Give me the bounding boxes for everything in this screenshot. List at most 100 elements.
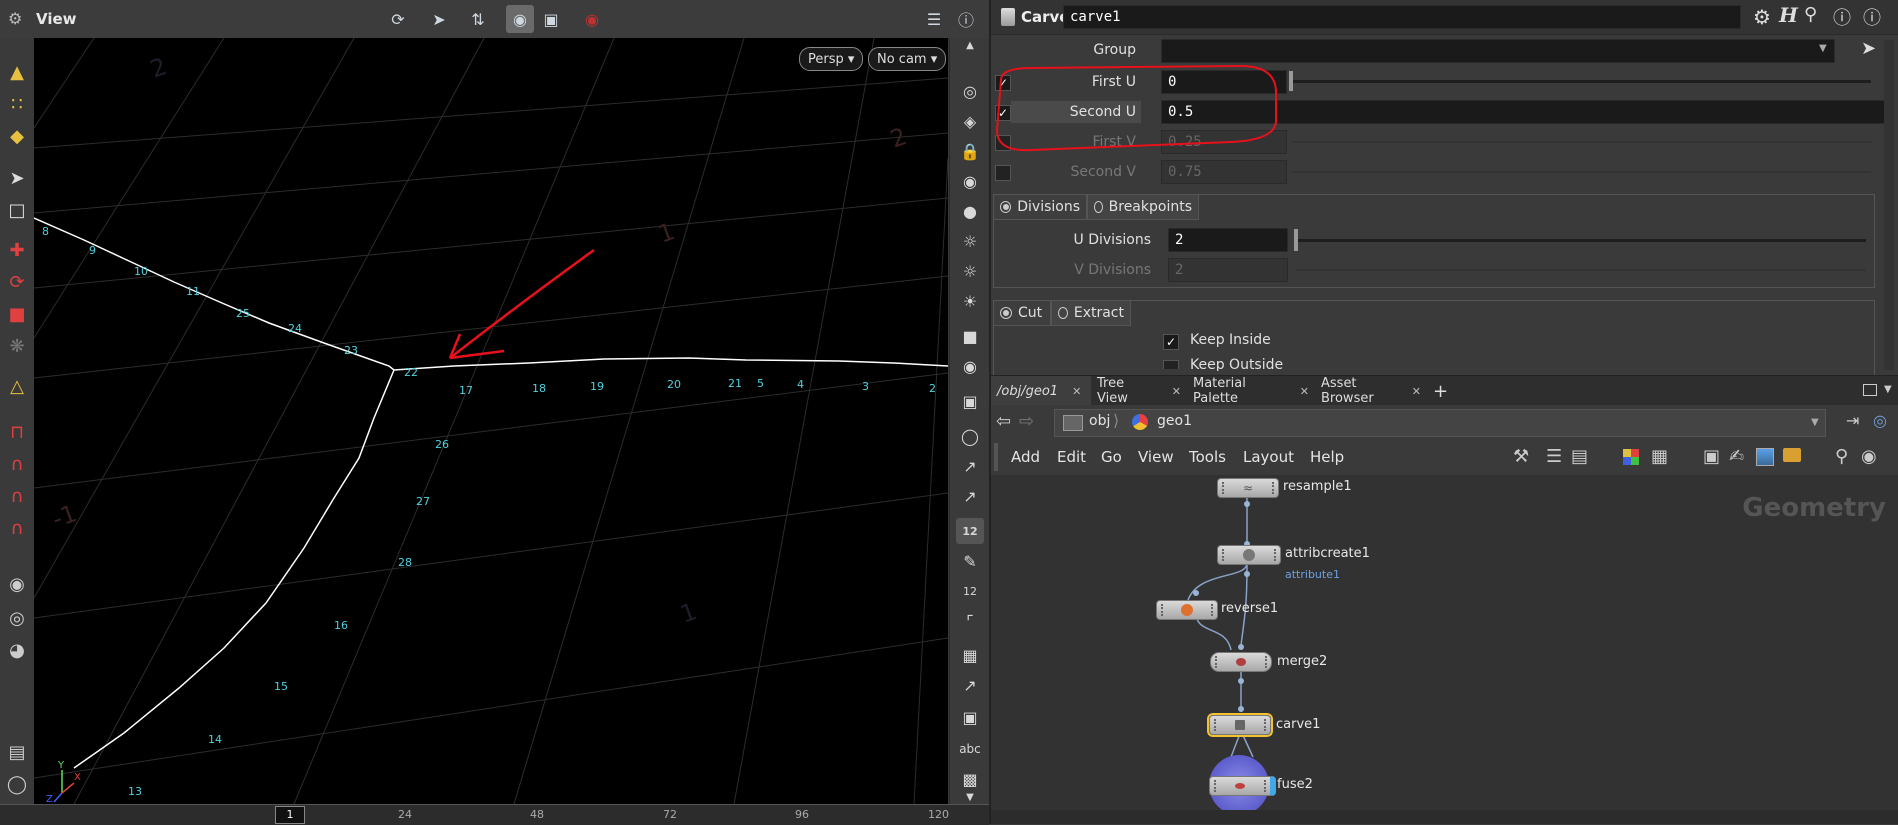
select-points-icon[interactable]: ∷ <box>3 90 31 118</box>
profile-display-icon[interactable]: ↗ <box>956 672 984 698</box>
pose-tool-icon[interactable]: ❋ <box>3 332 31 360</box>
pane-menu-icon[interactable]: ▼ <box>1884 384 1892 395</box>
first-v-slider[interactable] <box>1291 141 1871 143</box>
menu-help[interactable]: Help <box>1310 448 1344 466</box>
v-divisions-field[interactable]: 2 <box>1168 258 1288 282</box>
camera-icon[interactable]: ◉ <box>3 570 31 598</box>
point-display-icon[interactable]: ◯ <box>956 423 984 449</box>
headlight-icon[interactable]: ☼ <box>956 258 984 284</box>
scroll-down-icon[interactable]: ▼ <box>956 790 984 804</box>
cut-radio[interactable]: Cut <box>993 300 1051 326</box>
current-frame-box[interactable]: 1 <box>275 806 305 824</box>
close-icon[interactable]: ✕ <box>1072 385 1081 398</box>
maximize-pane-icon[interactable] <box>1863 384 1877 396</box>
search-icon[interactable]: ⚲ <box>1804 4 1817 25</box>
tree-icon[interactable]: ☰ <box>1546 446 1562 467</box>
tab-tree-view[interactable]: Tree View ✕ <box>1091 376 1187 406</box>
help-icon[interactable]: ⓘ <box>952 5 980 33</box>
node-resample1[interactable]: ≈ <box>1217 478 1279 498</box>
param-scrollbar[interactable] <box>1884 40 1894 370</box>
u-divisions-field[interactable]: 2 <box>1168 228 1288 252</box>
flipbook-icon[interactable]: ▤ <box>3 738 31 766</box>
transform-handle-icon[interactable]: ⇅ <box>464 5 492 33</box>
overlay-icon[interactable]: ▩ <box>956 766 984 792</box>
wrench-icon[interactable]: ⚒ <box>1513 446 1529 467</box>
color-palette-icon[interactable] <box>1623 449 1639 465</box>
vector-display-icon[interactable]: ↗ <box>956 453 984 479</box>
point-snap-icon[interactable]: ∩ <box>3 482 31 510</box>
forward-arrow-icon[interactable]: ⇨ <box>1019 411 1034 432</box>
perspective-dropdown[interactable]: Persp ▾ <box>799 47 864 71</box>
breakpoints-radio[interactable]: Breakpoints <box>1087 194 1199 220</box>
divisions-radio[interactable]: Divisions <box>993 194 1087 220</box>
second-v-field[interactable]: 0.75 <box>1161 160 1287 184</box>
menu-add[interactable]: Add <box>1011 448 1040 466</box>
v-divisions-slider[interactable] <box>1296 269 1866 271</box>
link-icon[interactable]: ◎ <box>1873 411 1887 430</box>
grid-snap-icon[interactable]: ⊓ <box>3 418 31 446</box>
select-object-icon[interactable]: ▲ <box>3 58 31 86</box>
close-icon[interactable]: ✕ <box>1412 385 1421 398</box>
scroll-up-icon[interactable]: ▲ <box>956 38 984 52</box>
point-numbers-icon[interactable]: 12 <box>956 518 984 544</box>
shape-palette-icon[interactable]: ▦ <box>1651 446 1668 467</box>
menu-layout[interactable]: Layout <box>1243 448 1294 466</box>
light-icon[interactable]: ☀ <box>956 288 984 314</box>
pin-icon[interactable]: ⇥ <box>1846 411 1859 430</box>
menu-tools[interactable]: Tools <box>1189 448 1226 466</box>
group-dropdown-icon[interactable]: ▼ <box>1819 43 1827 54</box>
node-fuse2[interactable] <box>1209 776 1276 796</box>
hull-display-icon[interactable]: ▦ <box>956 642 984 668</box>
pane-layout-icon[interactable]: ☰ <box>920 5 948 33</box>
orbit-tool-icon[interactable]: ⟳ <box>384 5 412 33</box>
u-divisions-slider[interactable] <box>1296 239 1866 242</box>
geometry-display-icon[interactable]: ▣ <box>956 388 984 414</box>
select-primitives-icon[interactable]: ◆ <box>3 122 31 150</box>
help-icon[interactable]: ⓘ <box>1863 4 1881 30</box>
ghost-icon[interactable]: ◈ <box>956 108 984 134</box>
curve-snap-icon[interactable]: ∩ <box>3 450 31 478</box>
normal-display-icon[interactable]: ↗ <box>956 483 984 509</box>
path-obj[interactable]: obj <box>1089 413 1110 429</box>
lock-icon[interactable]: 🔒 <box>956 138 984 164</box>
rotate-tool-icon[interactable]: ⟳ <box>3 268 31 296</box>
back-arrow-icon[interactable]: ⇦ <box>996 411 1011 432</box>
list-icon[interactable]: ▤ <box>1571 446 1588 467</box>
uv-display-icon[interactable]: ⌜ <box>956 608 984 634</box>
hscript-help-icon[interactable]: H <box>1779 3 1798 27</box>
scale-tool-icon[interactable]: ■ <box>3 300 31 328</box>
background-icon[interactable]: ▣ <box>956 704 984 730</box>
text-display-icon[interactable]: abc <box>956 736 984 762</box>
tab-material-palette[interactable]: Material Palette ✕ <box>1187 376 1315 406</box>
group-select-arrow-icon[interactable]: ➤ <box>1861 38 1876 59</box>
visibility-icon[interactable]: ◉ <box>956 353 984 379</box>
network-box-icon[interactable]: ▣ <box>1703 446 1720 467</box>
keep-inside-checkbox[interactable]: ✓ <box>1163 334 1179 350</box>
node-attribcreate1[interactable] <box>1217 545 1281 565</box>
image-icon[interactable] <box>1756 448 1774 466</box>
info-icon[interactable]: ⓘ <box>1833 4 1851 30</box>
timeline-bar[interactable]: 1 24 48 72 96 120 <box>0 804 989 825</box>
network-editor[interactable]: Geometry ≈ resample1 attribcreate1 attri… <box>991 475 1898 810</box>
node-reverse1[interactable] <box>1156 600 1218 620</box>
render-icon[interactable]: ◕ <box>3 636 31 664</box>
handle-tool-icon[interactable]: □ <box>3 196 31 224</box>
select-arrow-icon[interactable]: ➤ <box>425 5 453 33</box>
camera-dropdown[interactable]: No cam ▾ <box>868 47 947 71</box>
scene-viewport[interactable]: 2 1 2 -1 1 8 9 10 11 25 24 23 22 17 18 19 20 21 5 4 3 2 2… <box>34 38 948 804</box>
viewport-menu-icon[interactable]: ⚙ <box>8 9 28 29</box>
keep-outside-checkbox[interactable] <box>1163 360 1179 369</box>
light-bulb-icon[interactable]: ☼ <box>956 228 984 254</box>
display-options-icon[interactable]: ◎ <box>956 78 984 104</box>
u-divisions-slider-handle[interactable] <box>1294 229 1298 251</box>
extract-radio[interactable]: Extract <box>1051 300 1131 326</box>
menu-go[interactable]: Go <box>1101 448 1122 466</box>
second-v-checkbox[interactable] <box>995 165 1011 181</box>
move-tool-icon[interactable]: ✚ <box>3 236 31 264</box>
menu-view[interactable]: View <box>1138 448 1174 466</box>
snap-toggle-icon[interactable]: ◉ <box>506 5 534 33</box>
tab-asset-browser[interactable]: Asset Browser ✕ <box>1315 376 1427 406</box>
shading-icon[interactable]: ● <box>956 198 984 224</box>
view-tool-icon[interactable]: △ <box>3 372 31 400</box>
close-icon[interactable]: ✕ <box>1172 385 1181 398</box>
